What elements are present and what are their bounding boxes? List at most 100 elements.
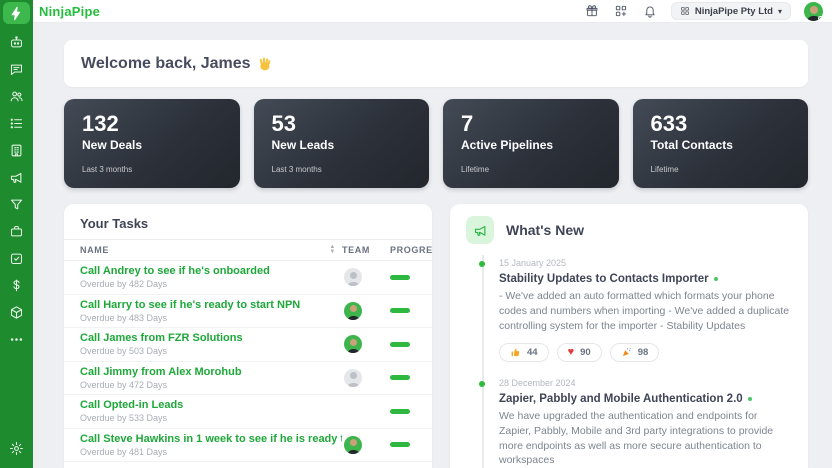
unread-dot — [713, 277, 718, 281]
task-link[interactable]: Call Harry to see if he's ready to start… — [80, 299, 342, 311]
column-header-progress[interactable]: PROGRESS — [390, 245, 432, 255]
megaphone-icon — [474, 225, 485, 236]
dollar-icon — [13, 279, 20, 292]
welcome-greeting: Welcome back, James — [81, 54, 251, 72]
gift-button[interactable] — [584, 3, 600, 19]
unread-dot — [747, 396, 752, 401]
column-header-name[interactable]: NAME ▲ ▼ — [80, 244, 342, 255]
task-due: Overdue by 483 Days — [80, 312, 168, 323]
sidebar-item-deals[interactable] — [3, 218, 30, 245]
building-icon — [11, 144, 22, 157]
workspace-switcher[interactable]: NinjaPipe Pty Ltd ▾ — [670, 2, 791, 20]
sidebar-item-companies[interactable] — [3, 137, 30, 164]
topbar-actions: NinjaPipe Pty Ltd ▾ — [584, 1, 823, 21]
task-link[interactable]: Call Steve Hawkins in 1 week to see if h… — [80, 433, 342, 445]
stat-label: New Leads — [271, 138, 335, 152]
tasks-table-header: NAME ▲▼ TEAM PROGRESS — [64, 240, 432, 261]
sidebar-item-tasks[interactable] — [3, 245, 30, 272]
bell-icon — [645, 6, 655, 18]
topbar: NinjaPipe NinjaPipe Pty Ltd ▾ — [33, 0, 832, 23]
table-row: Call Andrey to see if he's onboarded Ove… — [64, 261, 432, 295]
sidebar-item-chat[interactable] — [3, 56, 30, 83]
task-link[interactable]: Call Jimmy from Alex Morohub — [80, 366, 342, 378]
panels-row: Your Tasks NAME ▲▼ TEAM PROGRESS Call An… — [64, 204, 808, 468]
stat-value: 132 — [82, 111, 119, 136]
team-avatar-placeholder — [344, 368, 362, 387]
sort-icon[interactable]: ▲ ▼ — [329, 244, 336, 255]
reaction-party[interactable]: 98 — [609, 342, 660, 362]
task-due: Overdue by 472 Days — [80, 379, 168, 390]
chevron-down-icon: ▾ — [777, 6, 782, 16]
sidebar-item-pipelines[interactable] — [3, 191, 30, 218]
task-link[interactable]: Call James from FZR Solutions — [80, 332, 342, 344]
reaction-heart[interactable]: ♥ 90 — [556, 342, 602, 362]
table-row: Call Opted-in Leads Overdue by 533 Days — [64, 395, 432, 429]
apps-add-icon — [615, 5, 626, 17]
task-link[interactable]: Call Andrey to see if he's onboarded — [80, 265, 342, 277]
table-row: Call Harry to see if he's ready to start… — [64, 295, 432, 328]
sidebar-item-dashboard[interactable] — [3, 2, 30, 24]
stat-label: Total Contacts — [650, 138, 733, 152]
apps-add-button[interactable] — [613, 3, 629, 19]
cube-icon — [10, 306, 23, 319]
table-row: Call Jimmy from Alex Morohub Overdue by … — [64, 362, 432, 395]
stat-period: Lifetime — [461, 165, 490, 174]
thumbs-up-icon — [511, 348, 520, 356]
table-row: Call James from FZR Solutions Overdue by… — [64, 328, 432, 362]
sidebar-item-bot[interactable] — [3, 29, 30, 56]
gear-icon — [10, 442, 23, 455]
reaction-thumbs-up[interactable]: 44 — [499, 342, 549, 362]
progress-bar — [390, 341, 410, 347]
notifications-button[interactable] — [642, 3, 658, 19]
stat-value: 633 — [650, 111, 688, 136]
whats-new-title: What's New — [506, 222, 585, 238]
task-due: Overdue by 533 Days — [80, 413, 168, 424]
list-icon — [10, 118, 23, 129]
stat-card-new-leads: 53 New Leads Last 3 months — [253, 99, 429, 188]
news-date: 15 January 2025 — [499, 258, 567, 268]
sidebar-item-products[interactable] — [3, 299, 30, 326]
table-row: Call With Zac From Fast Recruiters UK — [64, 462, 432, 468]
stats-row: 132 New Deals Last 3 months 53 New Leads… — [64, 99, 808, 188]
tasks-title: Your Tasks — [64, 216, 432, 240]
heart-icon: ♥ — [567, 345, 575, 358]
progress-bar — [390, 442, 410, 448]
stat-value: 53 — [271, 111, 296, 136]
user-avatar[interactable] — [804, 1, 823, 21]
chat-icon — [10, 64, 23, 76]
news-timeline: 15 January 2025 Stability Updates to Con… — [479, 255, 792, 468]
sidebar-item-lists[interactable] — [3, 110, 30, 137]
news-title-text: Stability Updates to Contacts Importer — [499, 273, 709, 285]
app-root: NinjaPipe NinjaPipe Pty Ltd ▾ Welcome ba… — [0, 0, 832, 468]
sidebar-item-payments[interactable] — [3, 272, 30, 299]
avatar-head — [809, 5, 818, 14]
party-popper-icon — [622, 347, 631, 356]
table-row: Call Steve Hawkins in 1 week to see if h… — [64, 429, 432, 462]
task-due: Overdue by 482 Days — [80, 279, 168, 290]
sidebar-item-settings[interactable] — [3, 435, 30, 462]
tasks-panel: Your Tasks NAME ▲▼ TEAM PROGRESS Call An… — [64, 204, 432, 468]
stat-period: Last 3 months — [82, 165, 133, 174]
column-header-team[interactable]: TEAM — [342, 245, 390, 255]
task-link[interactable]: Call Opted-in Leads — [80, 399, 342, 411]
megaphone-tile — [466, 216, 494, 244]
main-content: Welcome back, James 132 New Deals Last 3… — [33, 23, 832, 468]
workspace-grid-icon — [681, 7, 689, 15]
reaction-count: 44 — [527, 346, 538, 358]
sidebar-item-contacts[interactable] — [3, 83, 30, 110]
stat-period: Last 3 months — [271, 165, 322, 174]
progress-bar — [390, 274, 410, 280]
news-body: We have upgraded the authentication and … — [499, 409, 774, 467]
news-title-text: Zapier, Pabbly and Mobile Authentication… — [499, 392, 743, 405]
briefcase-icon — [10, 225, 23, 237]
team-avatar — [344, 301, 362, 320]
sidebar-item-more[interactable] — [3, 326, 30, 353]
whats-new-panel: What's New 15 January 2025 Stability Upd… — [450, 204, 808, 468]
stat-label: Active Pipelines — [461, 138, 554, 152]
task-due: Overdue by 503 Days — [80, 346, 168, 357]
whats-new-header: What's New — [466, 216, 792, 244]
ellipsis-icon — [10, 338, 23, 341]
gift-icon — [586, 5, 598, 17]
sidebar-item-campaigns[interactable] — [3, 164, 30, 191]
news-entry: 28 December 2024 Zapier, Pabbly and Mobi… — [479, 375, 792, 468]
